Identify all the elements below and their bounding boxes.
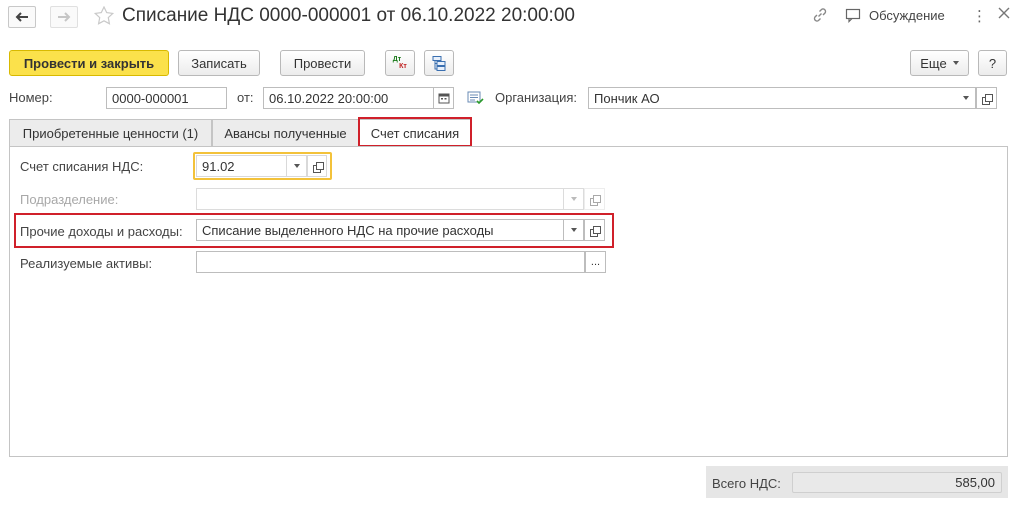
division-open-button[interactable] [584,188,605,210]
forward-button[interactable] [50,6,78,28]
arrow-right-icon [58,12,71,22]
hierarchy-icon [432,56,446,71]
chevron-down-icon [962,96,969,100]
structure-button[interactable] [424,50,454,76]
number-label: Номер: [9,90,53,105]
org-field[interactable]: Пончик АО [588,87,957,109]
chevron-down-icon [952,61,959,65]
arrow-left-icon [15,12,28,22]
link-button[interactable] [812,7,828,23]
division-dropdown-button[interactable] [564,188,584,210]
link-icon [813,8,827,22]
other-label: Прочие доходы и расходы: [20,224,183,239]
window-title: Списание НДС 0000-000001 от 06.10.2022 2… [122,5,575,26]
more-button[interactable]: Еще [910,50,969,76]
tab-advances-received[interactable]: Авансы полученные [212,119,359,146]
account-open-button[interactable] [307,155,327,177]
vat-total-label: Всего НДС: [712,476,781,491]
open-icon [982,93,993,105]
chevron-down-icon [570,197,577,201]
account-field[interactable]: 91.02 [196,155,287,177]
help-button[interactable]: ? [978,50,1007,76]
org-label: Организация: [495,90,578,105]
close-icon[interactable] [998,7,1010,19]
dt-kt-button[interactable]: Дт Кт [385,50,415,76]
division-field[interactable] [196,188,564,210]
other-dropdown-button[interactable] [564,219,584,241]
dt-kt-icon-kt: Кт [399,63,407,70]
chevron-down-icon [293,164,300,168]
date-field[interactable]: 06.10.2022 20:00:00 [263,87,434,109]
org-info-icon[interactable] [467,91,484,108]
more-label: Еще [920,55,947,71]
assets-field[interactable] [196,251,585,273]
division-label: Подразделение: [20,192,119,207]
calendar-icon [438,93,449,104]
other-open-button[interactable] [584,219,605,241]
calendar-button[interactable] [434,87,454,109]
tab-highlight-frame [358,117,472,147]
org-open-button[interactable] [976,87,997,109]
post-button[interactable]: Провести [280,50,365,76]
chat-icon [845,8,861,23]
discussion-label: Обсуждение [869,7,945,23]
open-icon [590,225,601,237]
chevron-down-icon [570,228,577,232]
account-dropdown-button[interactable] [287,155,307,177]
other-field[interactable]: Списание выделенного НДС на прочие расхо… [196,219,564,241]
assets-label: Реализуемые активы: [20,256,153,271]
account-label: Счет списания НДС: [20,159,144,174]
open-icon [590,194,601,206]
vat-total-value: 585,00 [792,472,1002,493]
tab-acquired-values[interactable]: Приобретенные ценности (1) [9,119,212,146]
number-field[interactable]: 0000-000001 [106,87,227,109]
date-label: от: [237,90,254,105]
org-dropdown-button[interactable] [956,87,976,109]
discussion-button[interactable]: Обсуждение [845,7,945,23]
more-actions-icon[interactable]: ⋮ [972,7,987,25]
save-button[interactable]: Записать [178,50,260,76]
open-icon [312,161,324,173]
dt-kt-icon-dt: Дт [392,56,402,63]
favorite-star-icon[interactable] [93,5,115,28]
back-button[interactable] [8,6,36,28]
assets-select-button[interactable]: ... [585,251,606,273]
post-and-close-button[interactable]: Провести и закрыть [9,50,169,76]
